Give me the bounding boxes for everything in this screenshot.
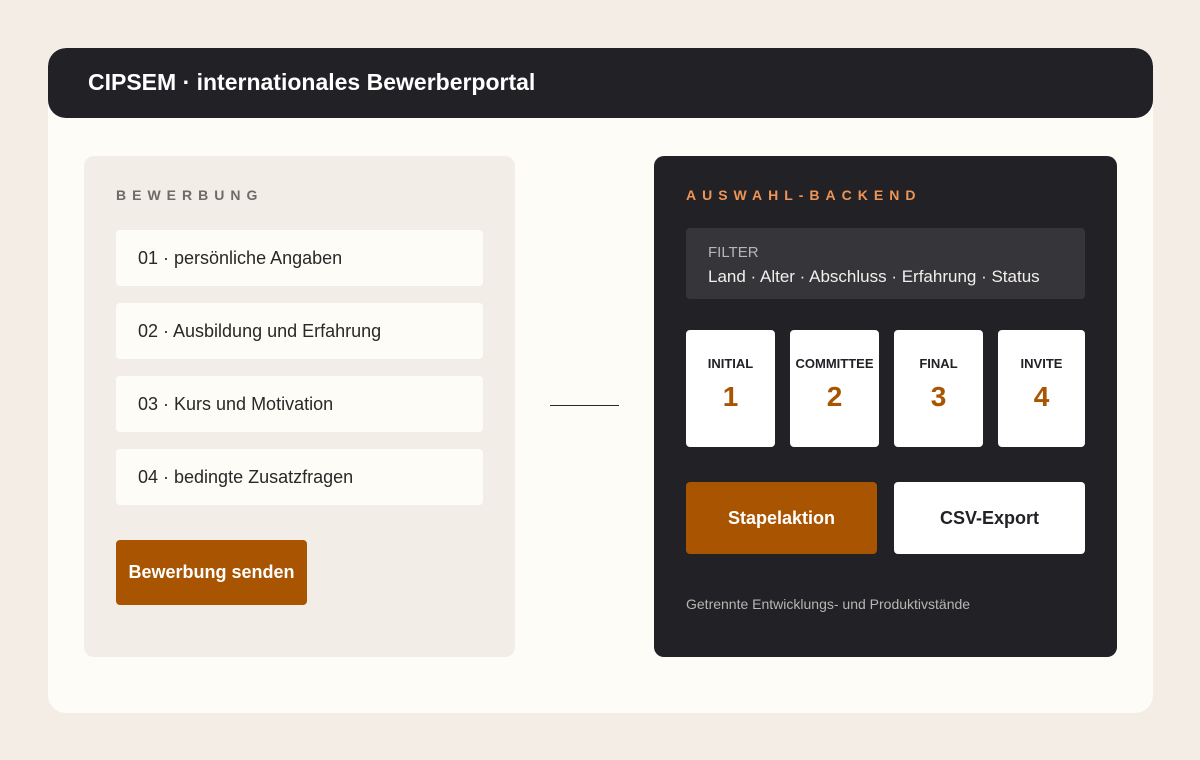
filter-box[interactable]: FILTER Land · Alter · Abschluss · Erfahr… — [686, 228, 1085, 299]
stage-committee[interactable]: COMMITTEE 2 — [790, 330, 879, 447]
environment-footnote: Getrennte Entwicklungs- und Produktivstä… — [686, 596, 971, 612]
selection-backend-panel: AUSWAHL-BACKEND FILTER Land · Alter · Ab… — [654, 156, 1117, 657]
step-personal-data[interactable]: 01 · persönliche Angaben — [116, 230, 483, 286]
stage-initial[interactable]: INITIAL 1 — [686, 330, 775, 447]
page-title: CIPSEM · internationales Bewerberportal — [88, 69, 536, 95]
header-bar: CIPSEM · internationales Bewerberportal — [48, 48, 1153, 118]
stage-invite[interactable]: INVITE 4 — [998, 330, 1085, 447]
stage-final[interactable]: FINAL 3 — [894, 330, 983, 447]
stage-number: 2 — [826, 381, 843, 412]
csv-export-button[interactable]: CSV-Export — [894, 482, 1085, 554]
connector-line — [550, 405, 619, 406]
step-course-motivation[interactable]: 03 · Kurs und Motivation — [116, 376, 483, 432]
portal-card: CIPSEM · internationales Bewerberportal … — [48, 48, 1153, 713]
filter-title: FILTER — [708, 244, 759, 261]
submit-application-button[interactable]: Bewerbung senden — [116, 540, 307, 605]
step-conditional-questions[interactable]: 04 · bedingte Zusatzfragen — [116, 449, 483, 505]
stage-number: 1 — [722, 381, 739, 412]
application-panel: BEWERBUNG 01 · persönliche Angaben 02 · … — [84, 156, 515, 657]
batch-action-button[interactable]: Stapelaktion — [686, 482, 877, 554]
stage-number: 4 — [1033, 381, 1050, 412]
stage-number: 3 — [930, 381, 947, 412]
stage-name: COMMITTEE — [795, 356, 874, 371]
application-section-label: BEWERBUNG — [116, 187, 264, 203]
filter-values: Land · Alter · Abschluss · Erfahrung · S… — [708, 267, 1040, 286]
stage-name: FINAL — [919, 356, 958, 371]
backend-section-label: AUSWAHL-BACKEND — [686, 187, 922, 203]
step-education-experience[interactable]: 02 · Ausbildung und Erfahrung — [116, 303, 483, 359]
stage-name: INVITE — [1020, 356, 1063, 371]
stage-name: INITIAL — [707, 356, 754, 371]
